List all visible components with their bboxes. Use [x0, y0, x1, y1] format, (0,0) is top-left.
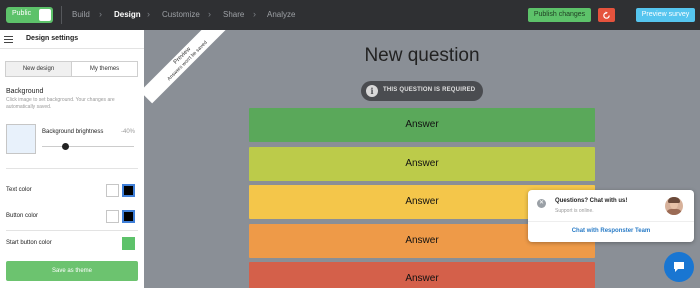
nav-customize[interactable]: Customize: [162, 10, 200, 19]
survey-preview: Preview Answers won't be saved New quest…: [144, 30, 700, 288]
start-button-color-label: Start button color: [6, 240, 52, 246]
divider: [6, 230, 138, 231]
answer-option[interactable]: Answer: [249, 147, 595, 181]
brightness-label: Background brightness: [42, 129, 104, 135]
preview-survey-button[interactable]: Preview survey: [636, 8, 695, 22]
brightness-value: -40%: [121, 129, 136, 135]
background-image-swatch[interactable]: [6, 124, 36, 154]
refresh-icon: [603, 11, 610, 19]
background-heading: Background: [6, 88, 44, 95]
text-color-swatch-light[interactable]: [106, 184, 119, 197]
divider: [61, 6, 62, 24]
divider: [528, 221, 694, 222]
button-color-label: Button color: [6, 213, 39, 219]
text-color-label: Text color: [6, 187, 32, 193]
nav-analyze[interactable]: Analyze: [267, 10, 295, 19]
chevron-right-icon: ›: [147, 9, 150, 19]
tab-new-design[interactable]: New design: [6, 62, 72, 76]
chat-launcher-button[interactable]: [664, 252, 694, 282]
nav-share[interactable]: Share: [223, 10, 244, 19]
brightness-slider-handle[interactable]: [61, 143, 69, 150]
divider: [6, 168, 138, 169]
text-color-swatch-dark[interactable]: [122, 184, 135, 197]
required-text: THIS QUESTION IS REQUIRED: [383, 87, 476, 93]
chevron-right-icon: ›: [99, 9, 102, 19]
button-color-swatch-dark[interactable]: [122, 210, 135, 223]
toggle-knob: [39, 9, 51, 21]
question-title: New question: [364, 45, 480, 66]
close-icon[interactable]: ✕: [537, 199, 546, 208]
save-as-theme-button[interactable]: Save as theme: [6, 261, 138, 281]
sidebar-title: Design settings: [26, 35, 79, 42]
background-description: Click image to set background. Your chan…: [6, 97, 115, 110]
nav-design[interactable]: Design: [114, 10, 141, 19]
answer-option[interactable]: Answer: [249, 108, 595, 142]
sidebar-header: Design settings: [0, 30, 144, 49]
button-color-swatch-light[interactable]: [106, 210, 119, 223]
chevron-right-icon: ›: [208, 9, 211, 19]
required-badge: i THIS QUESTION IS REQUIRED: [361, 81, 483, 101]
design-sidebar: Design settings New design My themes Bac…: [0, 30, 144, 288]
top-bar: Public Build › Design › Customize › Shar…: [0, 0, 700, 30]
chat-with-team-link[interactable]: Chat with Responster Team: [528, 228, 694, 234]
brightness-slider-track[interactable]: [42, 146, 134, 147]
design-tabs: New design My themes: [5, 61, 138, 77]
chat-title: Questions? Chat with us!: [555, 198, 628, 204]
start-button-color-swatch[interactable]: [122, 237, 135, 250]
menu-icon[interactable]: [4, 36, 13, 45]
tab-my-themes[interactable]: My themes: [72, 62, 137, 76]
nav-build[interactable]: Build: [72, 10, 90, 19]
revert-button[interactable]: [598, 8, 615, 22]
info-icon: i: [366, 85, 378, 97]
chat-popup: ✕ Questions? Chat with us! Support is on…: [528, 190, 694, 242]
public-toggle[interactable]: Public: [6, 7, 53, 23]
publish-changes-button[interactable]: Publish changes: [528, 8, 591, 22]
chevron-right-icon: ›: [253, 9, 256, 19]
answer-option[interactable]: Answer: [249, 262, 595, 288]
chat-icon: [674, 262, 684, 272]
avatar: [665, 197, 683, 215]
chat-status: Support is online.: [555, 208, 594, 214]
public-toggle-label: Public: [12, 10, 32, 17]
